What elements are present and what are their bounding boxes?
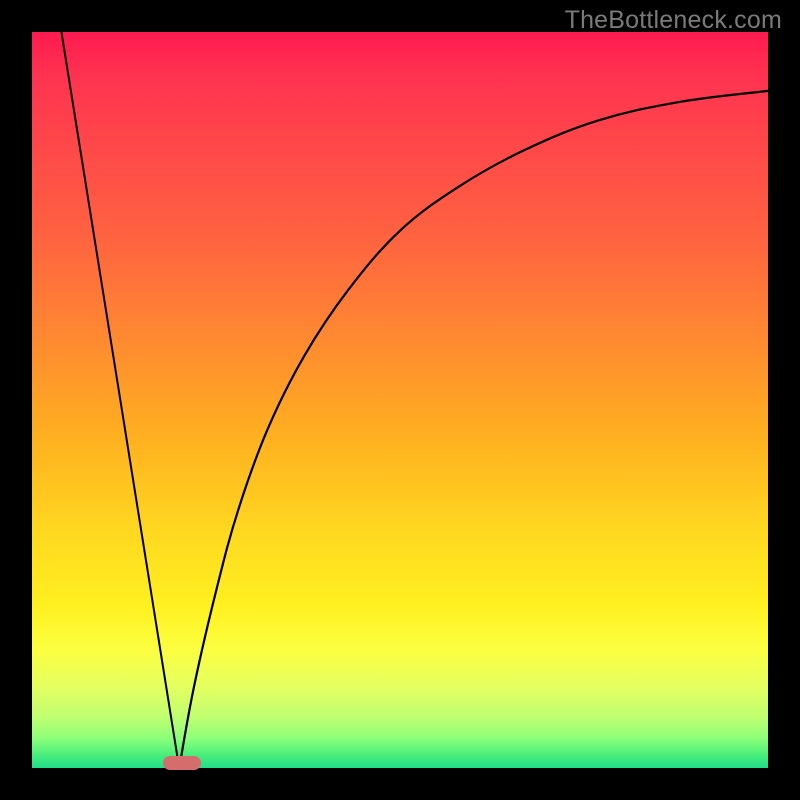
right-curve-path: [179, 91, 768, 768]
watermark-text: TheBottleneck.com: [565, 6, 782, 35]
left-line-path: [61, 32, 179, 768]
chart-frame: TheBottleneck.com: [0, 0, 800, 800]
plot-area: [32, 32, 768, 768]
curve-layer: [32, 32, 768, 768]
bottleneck-marker: [163, 756, 201, 770]
